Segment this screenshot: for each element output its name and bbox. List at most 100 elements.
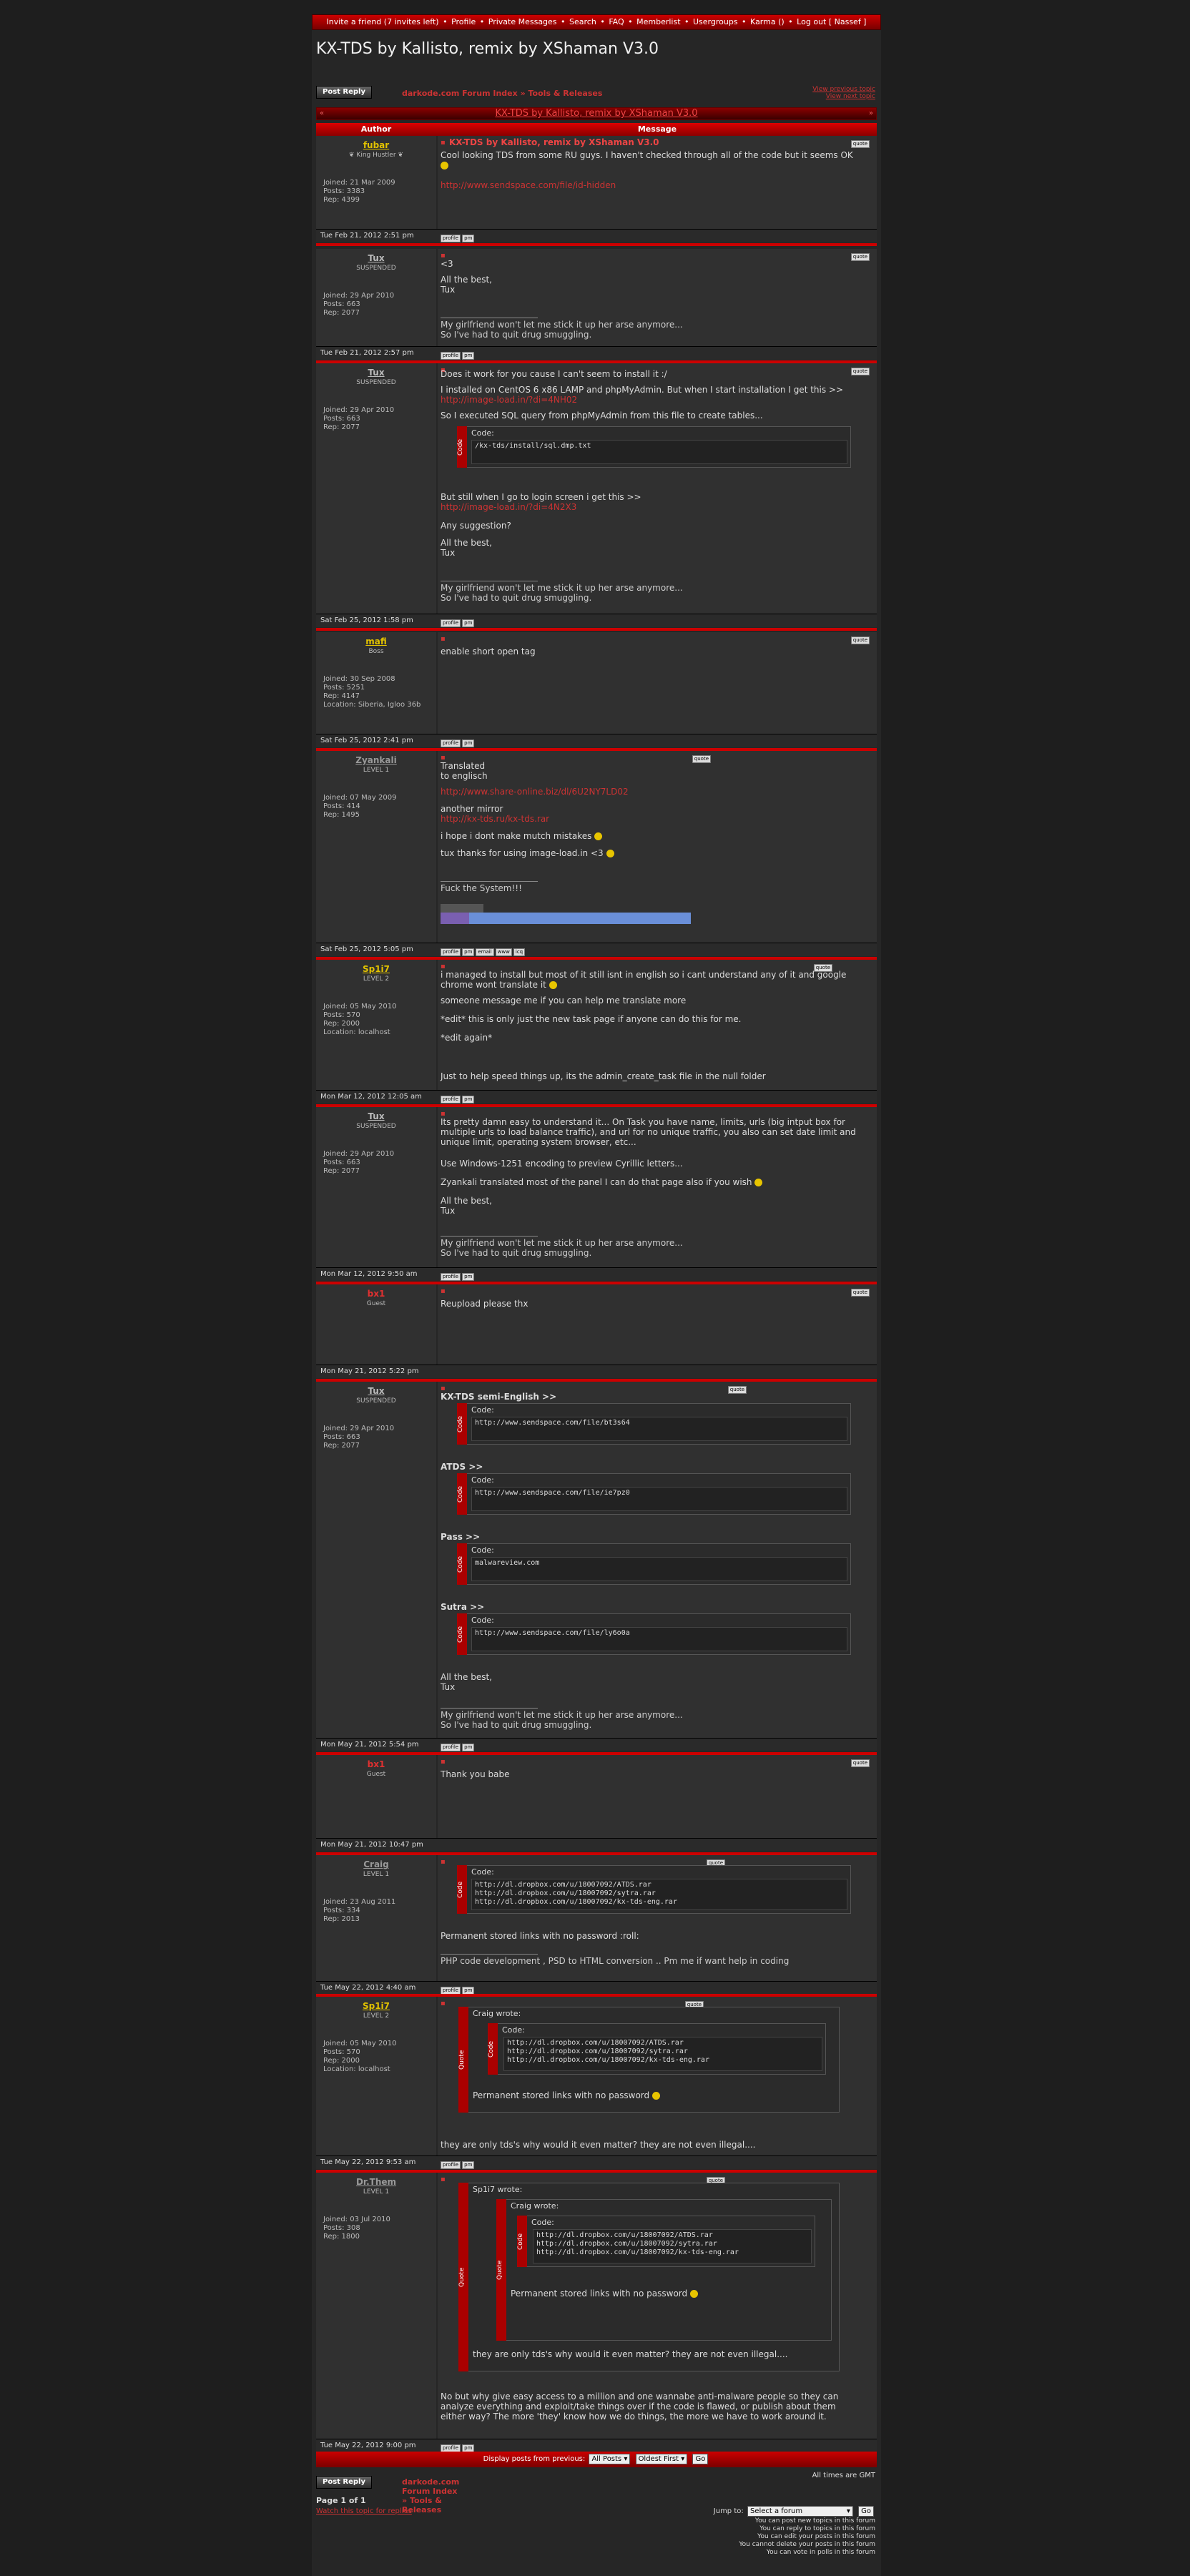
posts-range-value: All Posts <box>591 2455 622 2463</box>
code-content[interactable]: /kx-tds/install/sql.dmp.txt <box>471 440 847 464</box>
profile-button[interactable]: profile <box>441 1096 461 1103</box>
display-options-bar: Display posts from previous: All Posts ▾… <box>316 2452 877 2467</box>
pm-button[interactable]: pm <box>462 2161 475 2169</box>
profile-button[interactable]: profile <box>441 948 461 956</box>
sort-order-select[interactable]: Oldest First ▾ <box>635 2454 688 2464</box>
post-text: Cool looking TDS from some RU guys. I ha… <box>441 150 862 170</box>
jump-to-select[interactable]: Select a forum ▾ <box>747 2506 853 2517</box>
topnav-invite[interactable]: Invite a friend (7 invites left) <box>327 17 439 26</box>
pm-button[interactable]: pm <box>462 1273 475 1281</box>
www-button[interactable]: www <box>495 948 512 956</box>
pm-button[interactable]: pm <box>462 352 475 360</box>
post-text: Use Windows-1251 encoding to preview Cyr… <box>441 1159 683 1169</box>
pm-button[interactable]: pm <box>462 948 475 956</box>
code-content[interactable]: http://www.sendspace.com/file/ie7pz0 <box>471 1487 847 1511</box>
author-name[interactable]: Dr.Them <box>316 2177 436 2187</box>
code-content[interactable]: http://dl.dropbox.com/u/18007092/ATDS.ra… <box>503 2037 822 2071</box>
code-content[interactable]: http://dl.dropbox.com/u/18007092/ATDS.ra… <box>533 2229 812 2263</box>
jump-go-button[interactable]: Go <box>858 2506 874 2517</box>
signature: My girlfriend won't let me stick it up h… <box>441 1236 683 1258</box>
post-footer: Tue May 22, 2012 9:53 am profile pm <box>316 2155 877 2169</box>
profile-button[interactable]: profile <box>441 1744 461 1751</box>
profile-button[interactable]: profile <box>441 739 461 747</box>
display-go-button[interactable]: Go <box>692 2454 709 2464</box>
profile-button[interactable]: profile <box>441 235 461 242</box>
author-name[interactable]: Sp1i7 <box>316 2001 436 2011</box>
author-name[interactable]: Sp1i7 <box>316 964 436 974</box>
topnav-memberlist[interactable]: Memberlist <box>636 17 680 26</box>
pm-button[interactable]: pm <box>462 1096 475 1103</box>
code-content[interactable]: malwareview.com <box>471 1557 847 1581</box>
breadcrumb-forum-index[interactable]: darkode.com Forum Index <box>402 2477 459 2496</box>
code-tab: Code <box>517 2216 527 2267</box>
code-content[interactable]: http://www.sendspace.com/file/bt3s64 <box>471 1417 847 1441</box>
thread-title[interactable]: KX-TDS by Kallisto, remix by XShaman V3.… <box>495 108 697 119</box>
post-link[interactable]: http://image-load.in/?di=4NH02 <box>441 395 862 405</box>
code-label: Code: <box>471 1475 494 1485</box>
prev-arrow[interactable]: « <box>320 108 324 119</box>
pm-button[interactable]: pm <box>462 1744 475 1751</box>
author-rank: SUSPENDED <box>356 379 396 386</box>
smile-icon <box>689 2290 698 2298</box>
permission-line: You can vote in polls in this forum <box>766 2549 875 2556</box>
post-link[interactable]: http://www.share-online.biz/dl/6U2NY7LD0… <box>441 787 862 797</box>
post-reply-button[interactable]: Post Reply <box>316 86 372 99</box>
pm-button[interactable]: pm <box>462 739 475 747</box>
code-content[interactable]: http://dl.dropbox.com/u/18007092/ATDS.ra… <box>471 1879 847 1910</box>
topnav-pm[interactable]: Private Messages <box>488 17 557 26</box>
post-bx1-2: bx1 Guest ▪ quote Thank you babe Mon May… <box>316 1755 877 1855</box>
author-name[interactable]: fubar <box>316 140 436 150</box>
profile-button[interactable]: profile <box>441 1273 461 1281</box>
code-block: Code Code: http://dl.dropbox.com/u/1800709… <box>517 2216 815 2267</box>
author-name[interactable]: Tux <box>316 1111 436 1121</box>
profile-button[interactable]: profile <box>441 619 461 627</box>
quote-block: Quote Craig wrote: Code Code: http://dl.dr… <box>458 2007 840 2113</box>
post-author-panel: Dr.Them LEVEL 1 Joined: 03 Jul 2010 Post… <box>316 2173 436 2439</box>
author-rank: SUSPENDED <box>356 1123 396 1130</box>
breadcrumb-forum-index[interactable]: darkode.com Forum Index <box>402 89 518 98</box>
forum-wrapper: Invite a friend (7 invites left) • Profi… <box>312 14 881 2576</box>
post-reply-button-bottom[interactable]: Post Reply <box>316 2476 372 2489</box>
prev-topic-link[interactable]: View previous topic <box>812 86 875 93</box>
icq-button[interactable]: icq <box>513 948 526 956</box>
top-nav-bar: Invite a friend (7 invites left) • Profi… <box>312 14 881 30</box>
author-name[interactable]: Tux <box>316 253 436 263</box>
quote-button[interactable]: quote <box>850 140 870 148</box>
topnav-karma[interactable]: Karma () <box>750 17 785 26</box>
next-topic-link[interactable]: View next topic <box>812 93 875 100</box>
topnav-usergroups[interactable]: Usergroups <box>693 17 738 26</box>
topnav-search[interactable]: Search <box>569 17 596 26</box>
watch-topic-link[interactable]: Watch this topic for replies <box>316 2507 412 2515</box>
post-text: All the best, <box>441 1672 492 1682</box>
topnav-profile[interactable]: Profile <box>451 17 476 26</box>
quote-button[interactable]: quote <box>850 636 870 644</box>
email-button[interactable]: email <box>476 948 494 956</box>
code-tab: Code <box>457 1613 467 1655</box>
author-name[interactable]: mafi <box>316 636 436 647</box>
post-footer: Mon Mar 12, 2012 12:05 am profile pm <box>316 1090 877 1103</box>
post-body: ▪ quote Does it work for you cause I can… <box>438 363 877 614</box>
quote-button[interactable]: quote <box>850 1289 870 1297</box>
pm-button[interactable]: pm <box>462 619 475 627</box>
author-name[interactable]: Tux <box>316 368 436 378</box>
profile-button[interactable]: profile <box>441 2161 461 2169</box>
author-name[interactable]: Zyankali <box>316 755 436 765</box>
author-name[interactable]: Tux <box>316 1386 436 1396</box>
profile-button[interactable]: profile <box>441 352 461 360</box>
posts-range-select[interactable]: All Posts ▾ <box>589 2454 631 2464</box>
quote-button[interactable]: quote <box>850 1759 870 1767</box>
post-link[interactable]: http://image-load.in/?di=4N2X3 <box>441 502 862 512</box>
post-link[interactable]: http://kx-tds.ru/kx-tds.rar <box>441 814 862 824</box>
topnav-faq[interactable]: FAQ <box>609 17 624 26</box>
breadcrumb-section[interactable]: Tools & Releases <box>528 89 603 98</box>
pm-button[interactable]: pm <box>462 235 475 242</box>
topnav-logout[interactable]: Log out [ Nassef ] <box>797 17 866 26</box>
post-link[interactable]: http://www.sendspace.com/file/id-hidden <box>441 180 862 190</box>
post-date: Tue May 22, 2012 9:00 pm <box>320 2442 416 2449</box>
next-arrow[interactable]: » <box>869 108 873 119</box>
quote-tab: Quote <box>458 2183 468 2371</box>
signature: My girlfriend won't let me stick it up h… <box>441 318 683 340</box>
post-author-panel: Tux SUSPENDED Joined: 29 Apr 2010 Posts:… <box>316 249 436 346</box>
author-name[interactable]: Craig <box>316 1859 436 1869</box>
code-content[interactable]: http://www.sendspace.com/file/ly6o0a <box>471 1627 847 1651</box>
